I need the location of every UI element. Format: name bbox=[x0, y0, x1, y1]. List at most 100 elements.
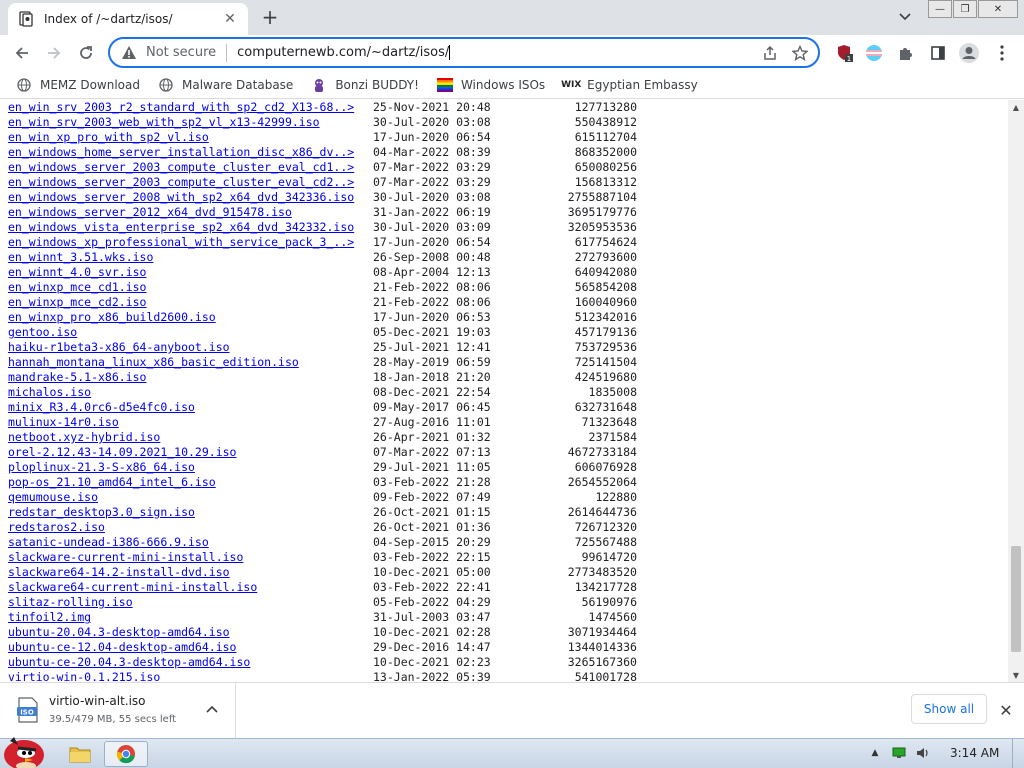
show-all-button[interactable]: Show all bbox=[911, 694, 987, 724]
file-link[interactable]: ubuntu-ce-20.04.3-desktop-amd64.iso bbox=[8, 655, 372, 670]
taskbar-chrome[interactable] bbox=[104, 741, 148, 767]
file-date: 07-Mar-2022 07:13 bbox=[373, 445, 491, 459]
file-link[interactable]: en_winxp_mce_cd2.iso bbox=[8, 295, 372, 310]
file-link[interactable]: virtio-win-0.1.215.iso bbox=[8, 670, 372, 682]
bookmark-star-icon[interactable] bbox=[788, 41, 812, 65]
file-link[interactable]: redstar_desktop3.0_sign.iso bbox=[8, 505, 372, 520]
scroll-thumb[interactable] bbox=[1011, 546, 1021, 652]
file-link[interactable]: redstaros2.iso bbox=[8, 520, 372, 535]
table-row: ubuntu-20.04.3-desktop-amd64.iso 10-Dec-2… bbox=[8, 625, 637, 640]
file-link[interactable]: en_win_srv_2003_web_with_sp2_vl_x13-4299… bbox=[8, 115, 372, 130]
file-date: 27-Aug-2016 11:01 bbox=[373, 415, 491, 429]
file-link[interactable]: en_windows_xp_professional_with_service_… bbox=[8, 235, 372, 250]
url-text-container[interactable]: computernewb.com/~dartz/isos/ bbox=[227, 44, 758, 62]
file-link[interactable]: ploplinux-21.3-S-x86_64.iso bbox=[8, 460, 372, 475]
tab-close-icon[interactable]: ✕ bbox=[222, 11, 238, 27]
back-button[interactable] bbox=[8, 39, 36, 67]
file-link[interactable]: en_windows_server_2012_x64_dvd_915478.is… bbox=[8, 205, 372, 220]
warning-triangle-icon[interactable] bbox=[120, 44, 138, 62]
table-row: gentoo.iso 05-Dec-2021 19:03 457179136 bbox=[8, 325, 637, 340]
file-link[interactable]: minix_R3.4.0rc6-d5e4fc0.iso bbox=[8, 400, 372, 415]
file-date: 29-Dec-2016 14:47 bbox=[373, 640, 491, 654]
file-size: 122880 bbox=[595, 490, 637, 504]
new-tab-button[interactable]: + bbox=[259, 5, 281, 29]
file-link[interactable]: en_windows_home_server_installation_disc… bbox=[8, 145, 372, 160]
file-link[interactable]: gentoo.iso bbox=[8, 325, 372, 340]
url-text: computernewb.com/~dartz/isos/ bbox=[237, 44, 450, 60]
file-link[interactable]: hannah_montana_linux_x86_basic_edition.i… bbox=[8, 355, 372, 370]
file-link[interactable]: en_windows_server_2008_with_sp2_x64_dvd_… bbox=[8, 190, 372, 205]
file-link[interactable]: qemumouse.iso bbox=[8, 490, 372, 505]
table-row: slitaz-rolling.iso 05-Feb-2022 04:29 56190… bbox=[8, 595, 637, 610]
file-date: 31-Jan-2022 06:19 bbox=[373, 205, 491, 219]
file-link[interactable]: en_windows_server_2003_compute_cluster_e… bbox=[8, 175, 372, 190]
reload-button[interactable] bbox=[72, 39, 100, 67]
file-link[interactable]: pop-os_21.10_amd64_intel_6.iso bbox=[8, 475, 372, 490]
file-date: 28-May-2019 06:59 bbox=[373, 355, 491, 369]
vertical-scrollbar[interactable]: ▲ ▼ bbox=[1008, 100, 1024, 682]
tray-volume-icon[interactable] bbox=[914, 745, 932, 761]
extensions-puzzle-icon[interactable] bbox=[894, 41, 918, 65]
show-desktop-button[interactable] bbox=[1012, 739, 1024, 768]
share-icon[interactable] bbox=[758, 41, 782, 65]
scroll-up-arrow-icon[interactable]: ▲ bbox=[1008, 100, 1024, 114]
security-label[interactable]: Not secure bbox=[146, 43, 228, 62]
chevron-up-icon[interactable] bbox=[204, 701, 220, 717]
minimize-button[interactable]: — bbox=[928, 0, 952, 18]
file-link[interactable]: slackware64-current-mini-install.iso bbox=[8, 580, 372, 595]
file-link[interactable]: satanic-undead-i386-666.9.iso bbox=[8, 535, 372, 550]
tray-expand-icon[interactable]: ▲ bbox=[866, 745, 884, 761]
bookmark-malware-database[interactable]: Malware Database bbox=[158, 77, 293, 93]
file-link[interactable]: mulinux-14r0.iso bbox=[8, 415, 372, 430]
bookmark-bonzi-buddy[interactable]: Bonzi BUDDY! bbox=[311, 77, 419, 93]
bookmark-memz-download[interactable]: MEMZ Download bbox=[16, 77, 140, 93]
shield-extension-icon[interactable]: 1 bbox=[832, 41, 856, 65]
file-link[interactable]: en_windows_server_2003_compute_cluster_e… bbox=[8, 160, 372, 175]
file-date: 18-Jan-2018 21:20 bbox=[373, 370, 491, 384]
tray-network-icon[interactable] bbox=[890, 745, 908, 761]
directory-listing: en_win_srv_2003_r2_standard_with_sp2_cd2… bbox=[8, 100, 637, 682]
window-close-button[interactable]: ✕ bbox=[978, 0, 1018, 18]
file-link[interactable]: orel-2.12.43-14.09.2021_10.29.iso bbox=[8, 445, 372, 460]
file-link[interactable]: en_winnt_4.0_svr.iso bbox=[8, 265, 372, 280]
file-link[interactable]: en_winnt_3.51.wks.iso bbox=[8, 250, 372, 265]
file-link[interactable]: michalos.iso bbox=[8, 385, 372, 400]
menu-kebab-icon[interactable] bbox=[990, 41, 1014, 65]
taskbar-explorer[interactable] bbox=[58, 741, 102, 767]
file-link[interactable]: slackware-current-mini-install.iso bbox=[8, 550, 372, 565]
file-link[interactable]: slackware64-14.2-install-dvd.iso bbox=[8, 565, 372, 580]
file-link[interactable]: haiku-r1beta3-x86_64-anyboot.iso bbox=[8, 340, 372, 355]
file-date: 30-Jul-2020 03:08 bbox=[373, 190, 491, 204]
file-size: 3205953536 bbox=[567, 220, 637, 234]
file-size: 725567488 bbox=[574, 535, 637, 549]
file-link[interactable]: en_win_srv_2003_r2_standard_with_sp2_cd2… bbox=[8, 100, 372, 115]
file-link[interactable]: en_winxp_mce_cd1.iso bbox=[8, 280, 372, 295]
trans-flag-extension-icon[interactable] bbox=[862, 41, 886, 65]
file-link[interactable]: tinfoil2.img bbox=[8, 610, 372, 625]
file-size: 457179136 bbox=[574, 325, 637, 339]
bookmark-windows-isos[interactable]: Windows ISOs bbox=[436, 77, 545, 93]
maximize-button[interactable]: ❐ bbox=[953, 0, 977, 18]
tab-active[interactable]: Index of /~dartz/isos/ ✕ bbox=[8, 3, 248, 35]
file-link[interactable]: ubuntu-ce-12.04-desktop-amd64.iso bbox=[8, 640, 372, 655]
bookmark-egyptian-embassy[interactable]: WIX Egyptian Embassy bbox=[561, 77, 698, 93]
side-panel-icon[interactable] bbox=[926, 41, 950, 65]
file-link[interactable]: mandrake-5.1-x86.iso bbox=[8, 370, 372, 385]
file-link[interactable]: en_windows_vista_enterprise_sp2_x64_dvd_… bbox=[8, 220, 372, 235]
file-link[interactable]: slitaz-rolling.iso bbox=[8, 595, 372, 610]
taskbar-clock[interactable]: 3:14 AM bbox=[950, 746, 999, 760]
file-size: 3695179776 bbox=[567, 205, 637, 219]
profile-avatar-icon[interactable] bbox=[957, 41, 981, 65]
file-link[interactable]: en_winxp_pro_x86_build2600.iso bbox=[8, 310, 372, 325]
tab-search-chevron-icon[interactable] bbox=[896, 9, 914, 25]
table-row: en_windows_xp_professional_with_service_… bbox=[8, 235, 637, 250]
file-link[interactable]: netboot.xyz-hybrid.iso bbox=[8, 430, 372, 445]
forward-button[interactable] bbox=[40, 39, 68, 67]
file-link[interactable]: en_win_xp_pro_with_sp2_vl.iso bbox=[8, 130, 372, 145]
file-link[interactable]: ubuntu-20.04.3-desktop-amd64.iso bbox=[8, 625, 372, 640]
address-bar[interactable]: Not secure computernewb.com/~dartz/isos/ bbox=[108, 37, 820, 68]
start-button-angry-bird-icon[interactable] bbox=[0, 731, 52, 768]
close-download-shelf-icon[interactable]: ✕ bbox=[997, 701, 1015, 720]
scroll-down-arrow-icon[interactable]: ▼ bbox=[1008, 668, 1024, 682]
table-row: en_win_srv_2003_r2_standard_with_sp2_cd2… bbox=[8, 100, 637, 115]
